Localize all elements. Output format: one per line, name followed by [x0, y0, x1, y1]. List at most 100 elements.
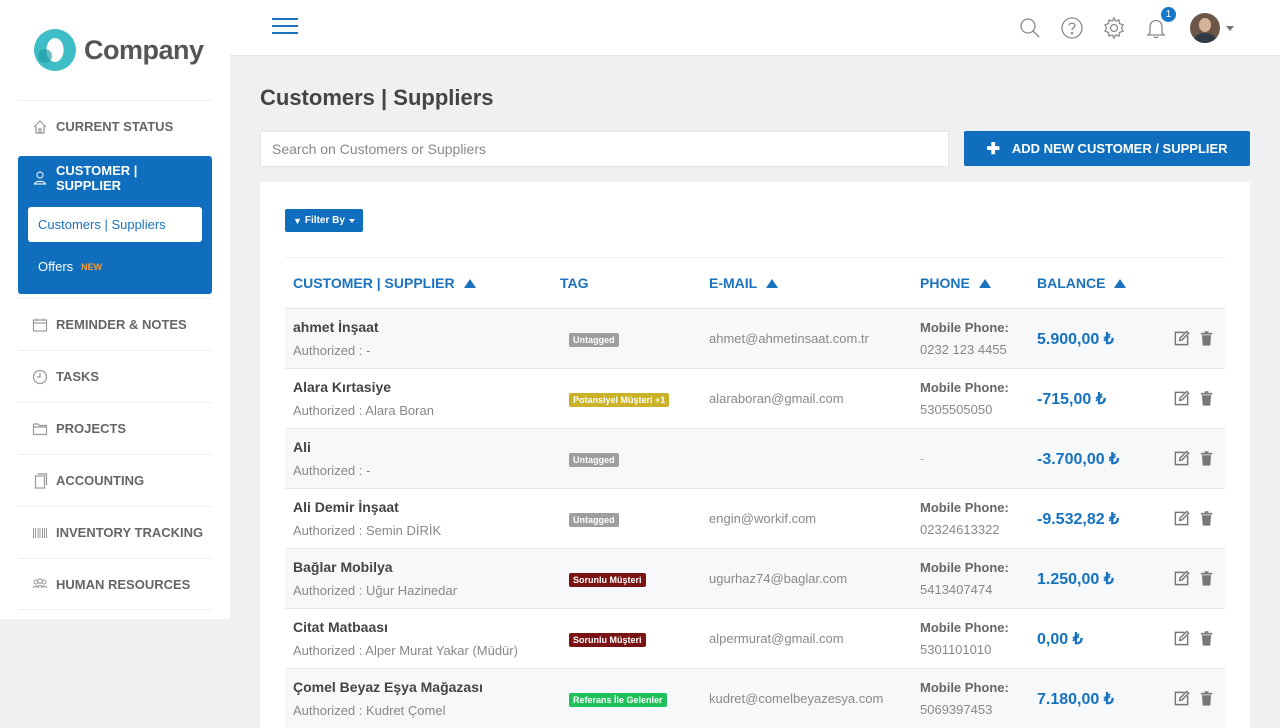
- trash-icon[interactable]: [1197, 390, 1215, 408]
- edit-icon[interactable]: [1172, 690, 1190, 708]
- search-input[interactable]: [260, 131, 949, 167]
- email-value: ugurhaz74@baglar.com: [709, 570, 848, 586]
- notification-count-badge: 1: [1161, 7, 1176, 22]
- phone-label: Mobile Phone:: [920, 380, 1009, 395]
- customer-cell: Bağlar Mobilya Authorized : Uğur Hazineda…: [285, 559, 552, 598]
- email-value: engin@workif.com: [709, 510, 817, 526]
- column-header-label: E-MAIL: [709, 275, 758, 291]
- trash-icon[interactable]: [1197, 570, 1215, 588]
- new-badge: NEW: [81, 261, 103, 272]
- phone-number: 5069397453: [920, 702, 993, 717]
- sidebar-item-label: ACCOUNTING: [56, 473, 145, 488]
- phone-label: Mobile Phone:: [920, 560, 1009, 575]
- sidebar-item-human-resources[interactable]: HUMAN RESOURCES: [18, 558, 212, 610]
- authorized-person: Authorized : Alper Murat Yakar (Müdür): [293, 643, 518, 658]
- customer-name[interactable]: Bağlar Mobilya: [293, 559, 552, 575]
- tag-badge[interactable]: Sorunlu Müşteri: [569, 572, 646, 587]
- table-row[interactable]: Bağlar Mobilya Authorized : Uğur Hazineda…: [285, 549, 1225, 609]
- user-avatar[interactable]: [1190, 13, 1220, 43]
- customer-name[interactable]: Alara Kırtasiye: [293, 379, 552, 395]
- sidebar-item-label: INVENTORY TRACKING: [56, 525, 204, 540]
- sidebar-item-label: HUMAN RESOURCES: [56, 576, 191, 592]
- edit-icon[interactable]: [1172, 570, 1190, 588]
- edit-icon[interactable]: [1172, 330, 1190, 348]
- trash-icon[interactable]: [1197, 510, 1215, 528]
- caret-down-icon: [348, 218, 355, 223]
- customer-name[interactable]: Citat Matbaası: [293, 619, 552, 635]
- sidebar-item-reminder-notes[interactable]: REMINDER & NOTES: [18, 298, 212, 350]
- sidebar-item-accounting[interactable]: ACCOUNTING: [18, 454, 212, 506]
- sidebar-item-inventory-tracking[interactable]: INVENTORY TRACKING: [18, 506, 212, 558]
- sidebar-item-current-status[interactable]: CURRENT STATUS: [18, 100, 212, 152]
- gear-icon[interactable]: [1102, 16, 1126, 40]
- tag-cell: Sorunlu Müşteri: [552, 630, 701, 648]
- logo[interactable]: Company: [0, 0, 230, 100]
- sidebar-item-tasks[interactable]: TASKS: [18, 350, 212, 402]
- table-row[interactable]: Alara Kırtasiye Authorized : Alara Boran P…: [285, 369, 1225, 429]
- table-row[interactable]: Ali Demir İnşaat Authorized : Semin DİRİK…: [285, 489, 1225, 549]
- column-header-email[interactable]: E-MAIL: [701, 275, 912, 291]
- balance-value: 1.250,00 ₺: [1037, 570, 1114, 588]
- help-icon[interactable]: [1060, 16, 1084, 40]
- filter-by-button[interactable]: ▼ Filter By: [285, 209, 363, 232]
- sort-arrow-icon: [766, 278, 779, 288]
- trash-icon[interactable]: [1197, 690, 1215, 708]
- table-row[interactable]: Citat Matbaası Authorized : Alper Murat Y…: [285, 609, 1225, 669]
- sort-arrow-icon: [463, 278, 476, 288]
- customer-name[interactable]: Ali Demir İnşaat: [293, 499, 552, 515]
- tag-badge[interactable]: Potansiyel Müşteri +1: [569, 392, 670, 407]
- edit-icon[interactable]: [1172, 450, 1190, 468]
- sidebar-subitem-customers-suppliers[interactable]: Customers | Suppliers: [28, 207, 202, 242]
- notification-bell-icon[interactable]: 1: [1144, 7, 1176, 40]
- phone-cell: Mobile Phone: 5413407474: [912, 560, 1029, 597]
- edit-icon[interactable]: [1172, 390, 1190, 408]
- tag-badge[interactable]: Untagged: [569, 512, 619, 527]
- customer-name[interactable]: Çomel Beyaz Eşya Mağazası: [293, 679, 552, 695]
- customer-name[interactable]: Ali: [293, 439, 552, 455]
- search-icon[interactable]: [1018, 16, 1042, 40]
- actions-cell: [1151, 450, 1225, 468]
- email-cell: engin@workif.com: [701, 510, 912, 528]
- email-cell: ahmet@ahmetinsaat.com.tr: [701, 330, 912, 348]
- column-header-phone[interactable]: PHONE: [912, 275, 1029, 291]
- balance-cell: 0,00 ₺: [1029, 629, 1151, 649]
- add-button-label: ADD NEW CUSTOMER / SUPPLIER: [1011, 141, 1228, 156]
- sidebar-subitem-offers[interactable]: Offers NEW: [28, 249, 202, 284]
- tag-badge[interactable]: Sorunlu Müşteri: [569, 632, 646, 647]
- phone-number: 0232 123 4455: [920, 342, 1007, 357]
- edit-icon[interactable]: [1172, 510, 1190, 528]
- add-customer-supplier-button[interactable]: ✚ ADD NEW CUSTOMER / SUPPLIER: [964, 131, 1250, 166]
- edit-icon[interactable]: [1172, 630, 1190, 648]
- column-header-customer-supplier[interactable]: CUSTOMER | SUPPLIER: [285, 275, 552, 291]
- sidebar-item-projects[interactable]: PROJECTS: [18, 402, 212, 454]
- authorized-person: Authorized : -: [293, 343, 371, 358]
- actions-cell: [1151, 330, 1225, 348]
- topbar: 1: [230, 0, 1280, 56]
- document-icon: [32, 472, 48, 489]
- customer-name[interactable]: ahmet İnşaat: [293, 319, 552, 335]
- plus-icon: ✚: [986, 140, 1000, 158]
- phone-number: 5305505050: [920, 402, 993, 417]
- balance-value: 0,00 ₺: [1037, 630, 1083, 648]
- sidebar-item-label: REMINDER & NOTES: [56, 317, 187, 332]
- column-header-balance[interactable]: BALANCE: [1029, 275, 1151, 291]
- balance-cell: 1.250,00 ₺: [1029, 569, 1151, 589]
- trash-icon[interactable]: [1197, 330, 1215, 348]
- balance-value: -3.700,00 ₺: [1037, 450, 1120, 468]
- trash-icon[interactable]: [1197, 450, 1215, 468]
- customer-cell: Alara Kırtasiye Authorized : Alara Boran: [285, 379, 552, 418]
- balance-value: -9.532,82 ₺: [1037, 510, 1120, 528]
- phone-cell: Mobile Phone: 5301101010: [912, 620, 1029, 657]
- tag-badge[interactable]: Untagged: [569, 452, 619, 467]
- trash-icon[interactable]: [1197, 630, 1215, 648]
- table-row[interactable]: Çomel Beyaz Eşya Mağazası Authorized : Ku…: [285, 669, 1225, 728]
- menu-toggle-icon[interactable]: [272, 18, 298, 36]
- tag-badge[interactable]: Untagged: [569, 332, 619, 347]
- table-row[interactable]: Ali Authorized : - Untagged - -3.700,00 ₺: [285, 429, 1225, 489]
- actions-cell: [1151, 390, 1225, 408]
- customers-card: ▼ Filter By CUSTOMER | SUPPLIER TAG E-MA…: [260, 182, 1250, 728]
- tag-badge[interactable]: Referans İle Gelenler: [569, 692, 667, 707]
- chevron-down-icon[interactable]: [1226, 25, 1234, 31]
- sidebar-item-customer-supplier[interactable]: CUSTOMER | SUPPLIER: [28, 156, 202, 200]
- table-row[interactable]: ahmet İnşaat Authorized : - Untagged ahmet@…: [285, 309, 1225, 369]
